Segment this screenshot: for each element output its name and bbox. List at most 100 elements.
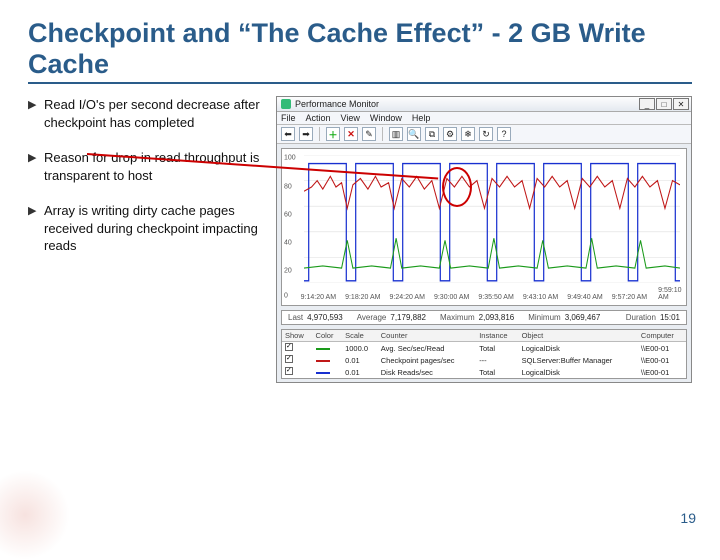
legend-header[interactable]: Instance bbox=[476, 330, 518, 342]
stat-label: Maximum bbox=[440, 313, 475, 322]
stat-value: 3,069,467 bbox=[565, 313, 601, 322]
window-titlebar: Performance Monitor _ □ ✕ bbox=[277, 97, 691, 112]
bullet-mark-icon: ▶ bbox=[28, 149, 44, 184]
show-checkbox[interactable] bbox=[285, 355, 293, 363]
x-tick: 9:57:20 AM bbox=[612, 294, 647, 301]
legend-row[interactable]: 0.01Disk Reads/secTotalLogicalDisk\\E00-… bbox=[282, 366, 686, 378]
highlight-icon[interactable]: ✎ bbox=[362, 127, 376, 141]
legend-computer: \\E00-01 bbox=[638, 342, 686, 355]
chart-area: 100 80 60 40 20 0 bbox=[281, 148, 687, 306]
forward-icon[interactable]: ➡ bbox=[299, 127, 313, 141]
legend-computer: \\E00-01 bbox=[638, 366, 686, 378]
legend-object: SQLServer:Buffer Manager bbox=[519, 354, 638, 366]
counter-legend: Show Color Scale Counter Instance Object… bbox=[281, 329, 687, 379]
app-icon bbox=[281, 99, 291, 109]
color-swatch bbox=[316, 348, 330, 350]
menu-window[interactable]: Window bbox=[370, 113, 402, 123]
copy-icon[interactable]: ⧉ bbox=[425, 127, 439, 141]
bullet-item: ▶ Read I/O's per second decrease after c… bbox=[28, 96, 262, 131]
stat-value: 4,970,593 bbox=[307, 313, 343, 322]
legend-scale: 1000.0 bbox=[342, 342, 378, 355]
maximize-button[interactable]: □ bbox=[656, 98, 672, 110]
add-counter-icon[interactable]: ＋ bbox=[326, 127, 340, 141]
page-number: 19 bbox=[680, 510, 696, 526]
update-icon[interactable]: ↻ bbox=[479, 127, 493, 141]
x-tick: 9:35:50 AM bbox=[478, 294, 513, 301]
x-tick: 9:30:00 AM bbox=[434, 294, 469, 301]
decorative-corner bbox=[0, 470, 70, 560]
slide-title: Checkpoint and “The Cache Effect” - 2 GB… bbox=[28, 0, 692, 84]
x-tick: 9:24:20 AM bbox=[390, 294, 425, 301]
window-title-text: Performance Monitor bbox=[295, 99, 379, 109]
legend-header[interactable]: Color bbox=[313, 330, 343, 342]
toolbar-separator bbox=[382, 127, 383, 141]
x-tick: 9:59:10 AM bbox=[658, 287, 681, 301]
close-button[interactable]: ✕ bbox=[673, 98, 689, 110]
chart-stats: Last 4,970,593 Average7,179,882 Maximum 2,… bbox=[281, 310, 687, 325]
legend-object: LogicalDisk bbox=[519, 342, 638, 355]
stat-label: Average bbox=[357, 313, 387, 322]
bullet-item: ▶ Array is writing dirty cache pages rec… bbox=[28, 202, 262, 255]
show-checkbox[interactable] bbox=[285, 367, 293, 375]
color-swatch bbox=[316, 360, 330, 362]
bullet-text: Array is writing dirty cache pages recei… bbox=[44, 202, 262, 255]
chart-type-icon[interactable]: ▥ bbox=[389, 127, 403, 141]
remove-counter-icon[interactable]: ✕ bbox=[344, 127, 358, 141]
back-icon[interactable]: ⬅ bbox=[281, 127, 295, 141]
legend-header[interactable]: Object bbox=[519, 330, 638, 342]
toolbar-separator bbox=[319, 127, 320, 141]
color-swatch bbox=[316, 372, 330, 374]
minimize-button[interactable]: _ bbox=[639, 98, 655, 110]
x-tick: 9:49:40 AM bbox=[567, 294, 602, 301]
bullet-mark-icon: ▶ bbox=[28, 96, 44, 131]
bullet-item: ▶ Reason for drop in read throughput is … bbox=[28, 149, 262, 184]
y-tick: 20 bbox=[284, 267, 292, 274]
bullet-text: Read I/O's per second decrease after che… bbox=[44, 96, 262, 131]
legend-computer: \\E00-01 bbox=[638, 354, 686, 366]
stat-label: Minimum bbox=[528, 313, 560, 322]
stat-value: 15:01 bbox=[660, 313, 680, 322]
bullet-text: Reason for drop in read throughput is tr… bbox=[44, 149, 262, 184]
chart-svg bbox=[304, 155, 680, 283]
x-tick: 9:14:20 AM bbox=[301, 294, 336, 301]
y-tick: 0 bbox=[284, 292, 288, 299]
legend-instance: --- bbox=[476, 354, 518, 366]
stat-value: 2,093,816 bbox=[479, 313, 515, 322]
y-tick: 60 bbox=[284, 211, 292, 218]
y-tick: 100 bbox=[284, 155, 296, 162]
menu-action[interactable]: Action bbox=[306, 113, 331, 123]
legend-row[interactable]: 1000.0Avg. Sec/sec/ReadTotalLogicalDisk\… bbox=[282, 342, 686, 355]
legend-header[interactable]: Show bbox=[282, 330, 313, 342]
toolbar: ⬅ ➡ ＋ ✕ ✎ ▥ 🔍 ⧉ ⚙ ❄ ↻ ? bbox=[277, 125, 691, 144]
legend-counter: Disk Reads/sec bbox=[378, 366, 476, 378]
freeze-icon[interactable]: ❄ bbox=[461, 127, 475, 141]
bullet-mark-icon: ▶ bbox=[28, 202, 44, 255]
perfmon-window: Performance Monitor _ □ ✕ File Action Vi… bbox=[276, 96, 692, 383]
menu-file[interactable]: File bbox=[281, 113, 296, 123]
legend-header[interactable]: Scale bbox=[342, 330, 378, 342]
menu-help[interactable]: Help bbox=[412, 113, 431, 123]
y-tick: 80 bbox=[284, 183, 292, 190]
legend-instance: Total bbox=[476, 342, 518, 355]
legend-counter: Avg. Sec/sec/Read bbox=[378, 342, 476, 355]
stat-label: Last bbox=[288, 313, 303, 322]
legend-object: LogicalDisk bbox=[519, 366, 638, 378]
properties-icon[interactable]: ⚙ bbox=[443, 127, 457, 141]
stat-value: 7,179,882 bbox=[390, 313, 426, 322]
legend-header[interactable]: Computer bbox=[638, 330, 686, 342]
legend-header[interactable]: Counter bbox=[378, 330, 476, 342]
zoom-icon[interactable]: 🔍 bbox=[407, 127, 421, 141]
legend-scale: 0.01 bbox=[342, 366, 378, 378]
help-icon[interactable]: ? bbox=[497, 127, 511, 141]
legend-row[interactable]: 0.01Checkpoint pages/sec---SQLServer:Buf… bbox=[282, 354, 686, 366]
series-blue bbox=[304, 164, 680, 281]
menu-view[interactable]: View bbox=[341, 113, 360, 123]
series-green bbox=[304, 238, 680, 268]
y-tick: 40 bbox=[284, 239, 292, 246]
menu-bar: File Action View Window Help bbox=[277, 112, 691, 125]
series-red bbox=[304, 176, 680, 208]
x-tick: 9:18:20 AM bbox=[345, 294, 380, 301]
legend-counter: Checkpoint pages/sec bbox=[378, 354, 476, 366]
show-checkbox[interactable] bbox=[285, 343, 293, 351]
legend-instance: Total bbox=[476, 366, 518, 378]
